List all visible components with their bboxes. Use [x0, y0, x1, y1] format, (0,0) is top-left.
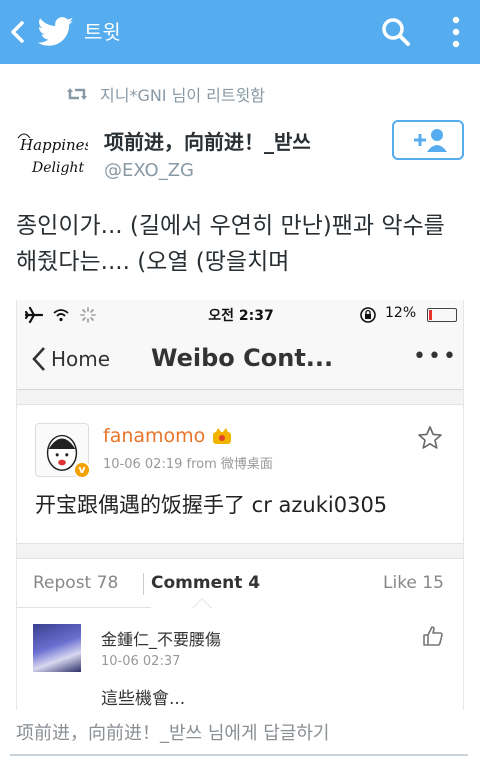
reply-input[interactable] [10, 712, 468, 754]
retweet-text[interactable]: 지니*GNI 님이 리트윗함 [100, 82, 265, 106]
twitter-bird-icon [38, 17, 74, 46]
search-icon[interactable] [380, 16, 412, 48]
chevron-left-icon [32, 347, 45, 371]
post-tabs: Repost 78 Comment 4 Like 15 [17, 558, 463, 675]
reply-bar [10, 712, 468, 756]
tweet-image[interactable]: 오전 2:37 12% Home Weibo Cont... ••• v fan… [16, 300, 464, 710]
post-user: fanamomo [103, 425, 233, 447]
comment-avatar [33, 624, 81, 672]
retweet-icon [67, 88, 87, 100]
post-body: 开宝跟偶遇的饭握手了 cr azuki0305 [35, 493, 388, 517]
tab-divider [143, 573, 144, 595]
tweet-text: 종인이가... (길에서 우연히 만난)팬과 악수를 해줬다는.... (오열 … [16, 213, 445, 275]
battery-icon [427, 308, 457, 322]
comment-user: 金鍾仁_不要腰傷 [101, 630, 222, 649]
image-back-label: Home [51, 347, 111, 371]
tab-repost: Repost 78 [33, 573, 119, 593]
crown-icon [213, 428, 232, 444]
svg-text:Delight ♥: Delight ♥ [31, 160, 88, 176]
image-status-bar: 오전 2:37 12% [17, 300, 463, 330]
svg-text:Happiness: Happiness [19, 136, 88, 154]
page-title: 트윗 [84, 20, 121, 44]
image-back-button: Home [31, 346, 110, 372]
comment-text: 這些機會... [101, 689, 186, 709]
image-nav-title: Weibo Cont... [151, 344, 334, 372]
follow-button[interactable] [392, 120, 464, 160]
star-icon [418, 426, 442, 449]
tab-like: Like 15 [383, 573, 444, 593]
image-nav-bar: Home Weibo Cont... ••• [17, 330, 463, 390]
add-user-icon [414, 129, 447, 152]
rotation-lock-icon [360, 307, 376, 323]
author-avatar[interactable]: Happiness Delight ♥ [14, 128, 88, 188]
retweet-context: 지니*GNI 님이 리트윗함 [66, 80, 265, 108]
post-user-name: fanamomo [103, 425, 206, 447]
comment-time: 10-06 02:37 [101, 654, 181, 669]
app-bar: 트윗 [0, 0, 480, 64]
image-nav-more: ••• [413, 344, 458, 369]
comment-item: 金鍾仁_不要腰傷 10-06 02:37 這些機會... [17, 608, 463, 710]
verified-badge: v [73, 461, 91, 479]
weibo-post: v fanamomo 10-06 02:19 from 微博桌面 开宝跟偶遇的饭… [17, 404, 463, 544]
author-handle[interactable]: @EXO_ZG [104, 160, 194, 181]
author-name[interactable]: 项前进，向前进！_받쓰 [104, 126, 311, 155]
chevron-left-icon[interactable] [6, 18, 30, 46]
post-meta: 10-06 02:19 from 微博桌面 [103, 457, 273, 472]
vertical-dots-icon[interactable] [446, 14, 466, 50]
battery-percent: 12% [385, 305, 417, 321]
thumbs-up-icon [423, 626, 443, 646]
